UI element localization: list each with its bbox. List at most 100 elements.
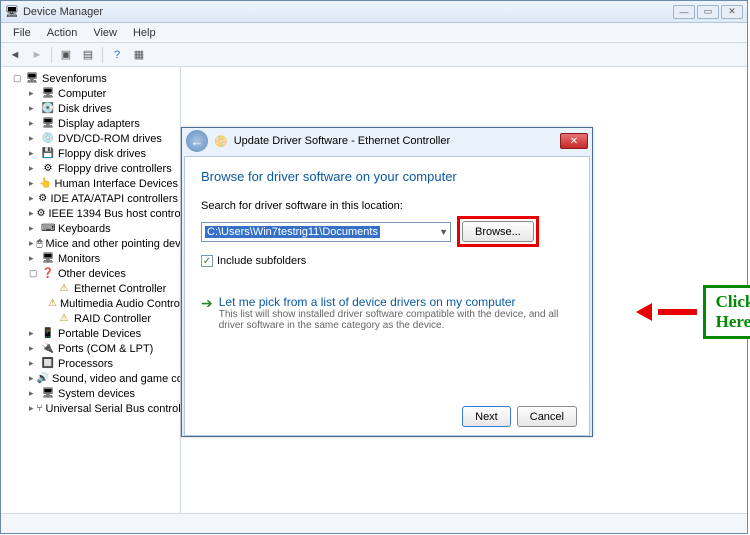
tree-root[interactable]: ▢🖥 Sevenforums — [3, 71, 178, 86]
expand-icon[interactable]: ▸ — [29, 208, 34, 219]
close-button[interactable]: ✕ — [721, 5, 743, 19]
menu-view[interactable]: View — [85, 25, 125, 41]
tree-item-label: IEEE 1394 Bus host controllers — [49, 208, 182, 220]
tree-item-label: DVD/CD-ROM drives — [58, 133, 162, 145]
include-subfolders-label: Include subfolders — [217, 255, 306, 267]
tree-item-label: Other devices — [58, 268, 126, 280]
tree-item[interactable]: ▸🖥Monitors — [3, 251, 178, 266]
minimize-button[interactable]: — — [673, 5, 695, 19]
tree-item[interactable]: ▸🖥Computer — [3, 86, 178, 101]
warning-icon: ⚠ — [57, 283, 71, 294]
tree-item[interactable]: ⚠Ethernet Controller — [3, 281, 178, 296]
tree-item[interactable]: ▸🔲Processors — [3, 356, 178, 371]
expand-icon[interactable]: ▸ — [29, 118, 38, 129]
expand-icon[interactable]: ▸ — [29, 163, 38, 174]
let-me-pick-block[interactable]: ➔ Let me pick from a list of device driv… — [201, 295, 573, 331]
tree-item-label: Floppy disk drives — [58, 148, 146, 160]
expand-icon[interactable]: ▸ — [29, 178, 36, 189]
cancel-button[interactable]: Cancel — [517, 406, 577, 427]
dialog-heading: Browse for driver software on your compu… — [201, 169, 573, 184]
tree-item[interactable]: ▸🔊Sound, video and game controllers — [3, 371, 178, 386]
expand-icon[interactable]: ▸ — [29, 223, 38, 234]
expand-icon[interactable]: ▸ — [29, 403, 34, 414]
tree-item[interactable]: ▸💽Disk drives — [3, 101, 178, 116]
browse-button[interactable]: Browse... — [462, 221, 534, 242]
expand-icon[interactable]: ▸ — [29, 148, 38, 159]
properties-icon[interactable]: ▤ — [78, 46, 98, 64]
next-button[interactable]: Next — [462, 406, 511, 427]
let-me-pick-title: Let me pick from a list of device driver… — [219, 295, 573, 309]
expand-icon[interactable]: ▸ — [29, 328, 38, 339]
expand-icon[interactable]: ▸ — [29, 238, 34, 249]
tree-item[interactable]: ▸👆 Human Interface Devices — [3, 176, 178, 191]
device-icon: ⑂ — [37, 403, 43, 414]
dialog-close-button[interactable]: ✕ — [560, 133, 588, 149]
tree-item-label: Human Interface Devices — [55, 178, 179, 190]
dialog-title-bar[interactable]: ← 📀 Update Driver Software - Ethernet Co… — [182, 128, 592, 154]
back-circle-icon[interactable]: ← — [186, 130, 208, 152]
expand-icon[interactable]: ▸ — [29, 388, 38, 399]
toolbar: ◄ ► ▣ ▤ ? ▦ — [1, 43, 747, 67]
expand-icon[interactable]: ▸ — [29, 358, 38, 369]
device-icon: 🖱 — [37, 238, 43, 249]
tree-item-label: Keyboards — [58, 223, 111, 235]
expand-icon[interactable]: ▸ — [29, 373, 34, 384]
expand-icon[interactable]: ▸ — [29, 193, 35, 204]
include-subfolders-row[interactable]: ✓ Include subfolders — [201, 255, 573, 267]
device-icon: 🔌 — [41, 343, 55, 354]
collapse-icon[interactable]: ▢ — [29, 268, 38, 279]
tree-item[interactable]: ▸🔌Ports (COM & LPT) — [3, 341, 178, 356]
device-icon: ⌨ — [41, 223, 55, 234]
device-tree[interactable]: ▢🖥 Sevenforums ▸🖥Computer▸💽Disk drives▸🖥… — [1, 67, 181, 513]
forward-icon[interactable]: ► — [27, 46, 47, 64]
tree-item[interactable]: ▸⚙IDE ATA/ATAPI controllers — [3, 191, 178, 206]
tree-item-label: Universal Serial Bus controllers — [46, 403, 181, 415]
tree-item-label: Display adapters — [58, 118, 140, 130]
content-area: ▢🖥 Sevenforums ▸🖥Computer▸💽Disk drives▸🖥… — [1, 67, 747, 513]
device-icon: 👆 — [39, 178, 51, 189]
show-hidden-icon[interactable]: ▣ — [56, 46, 76, 64]
driver-disc-icon: 📀 — [214, 135, 228, 148]
tree-item[interactable]: ▸🖱Mice and other pointing devices — [3, 236, 178, 251]
tree-item[interactable]: ▸⚙Floppy drive controllers — [3, 161, 178, 176]
expand-icon[interactable]: ▸ — [29, 88, 38, 99]
help-icon[interactable]: ? — [107, 46, 127, 64]
path-combobox[interactable]: C:\Users\Win7testrig11\Documents ▼ — [201, 222, 451, 242]
tree-item[interactable]: ▸💾Floppy disk drives — [3, 146, 178, 161]
warning-icon: ⚠ — [48, 298, 57, 309]
tree-item[interactable]: ⚠RAID Controller — [3, 311, 178, 326]
tree-item[interactable]: ▸⑂Universal Serial Bus controllers — [3, 401, 178, 416]
scan-hardware-icon[interactable]: ▦ — [129, 46, 149, 64]
device-icon: 🔊 — [37, 373, 49, 384]
toolbar-divider — [51, 47, 52, 63]
chevron-down-icon[interactable]: ▼ — [439, 227, 448, 237]
device-icon: 💽 — [41, 103, 55, 114]
menu-help[interactable]: Help — [125, 25, 164, 41]
tree-item[interactable]: ▸⚙IEEE 1394 Bus host controllers — [3, 206, 178, 221]
menu-file[interactable]: File — [5, 25, 39, 41]
path-value: C:\Users\Win7testrig11\Documents — [205, 226, 380, 238]
title-bar[interactable]: 🖥 Device Manager — ▭ ✕ — [1, 1, 747, 23]
tree-item[interactable]: ▸⌨Keyboards — [3, 221, 178, 236]
tree-item-label: Portable Devices — [58, 328, 141, 340]
dialog-body: Browse for driver software on your compu… — [184, 156, 590, 436]
menu-action[interactable]: Action — [39, 25, 86, 41]
back-icon[interactable]: ◄ — [5, 46, 25, 64]
maximize-button[interactable]: ▭ — [697, 5, 719, 19]
tree-item[interactable]: ▸🖥System devices — [3, 386, 178, 401]
expand-icon[interactable]: ▸ — [29, 103, 38, 114]
menu-bar: File Action View Help — [1, 23, 747, 43]
device-icon: 🔲 — [41, 358, 55, 369]
browse-highlight: Browse... — [457, 216, 539, 247]
expand-icon[interactable]: ▸ — [29, 343, 38, 354]
tree-item[interactable]: ⚠Multimedia Audio Controller — [3, 296, 178, 311]
expand-icon[interactable]: ▸ — [29, 133, 38, 144]
tree-item-label: Disk drives — [58, 103, 112, 115]
let-me-pick-desc: This list will show installed driver sof… — [219, 309, 573, 331]
tree-item[interactable]: ▢❓Other devices — [3, 266, 178, 281]
expand-icon[interactable]: ▸ — [29, 253, 38, 264]
tree-item[interactable]: ▸💿DVD/CD-ROM drives — [3, 131, 178, 146]
tree-item[interactable]: ▸🖥Display adapters — [3, 116, 178, 131]
tree-item[interactable]: ▸📱Portable Devices — [3, 326, 178, 341]
include-subfolders-checkbox[interactable]: ✓ — [201, 255, 213, 267]
